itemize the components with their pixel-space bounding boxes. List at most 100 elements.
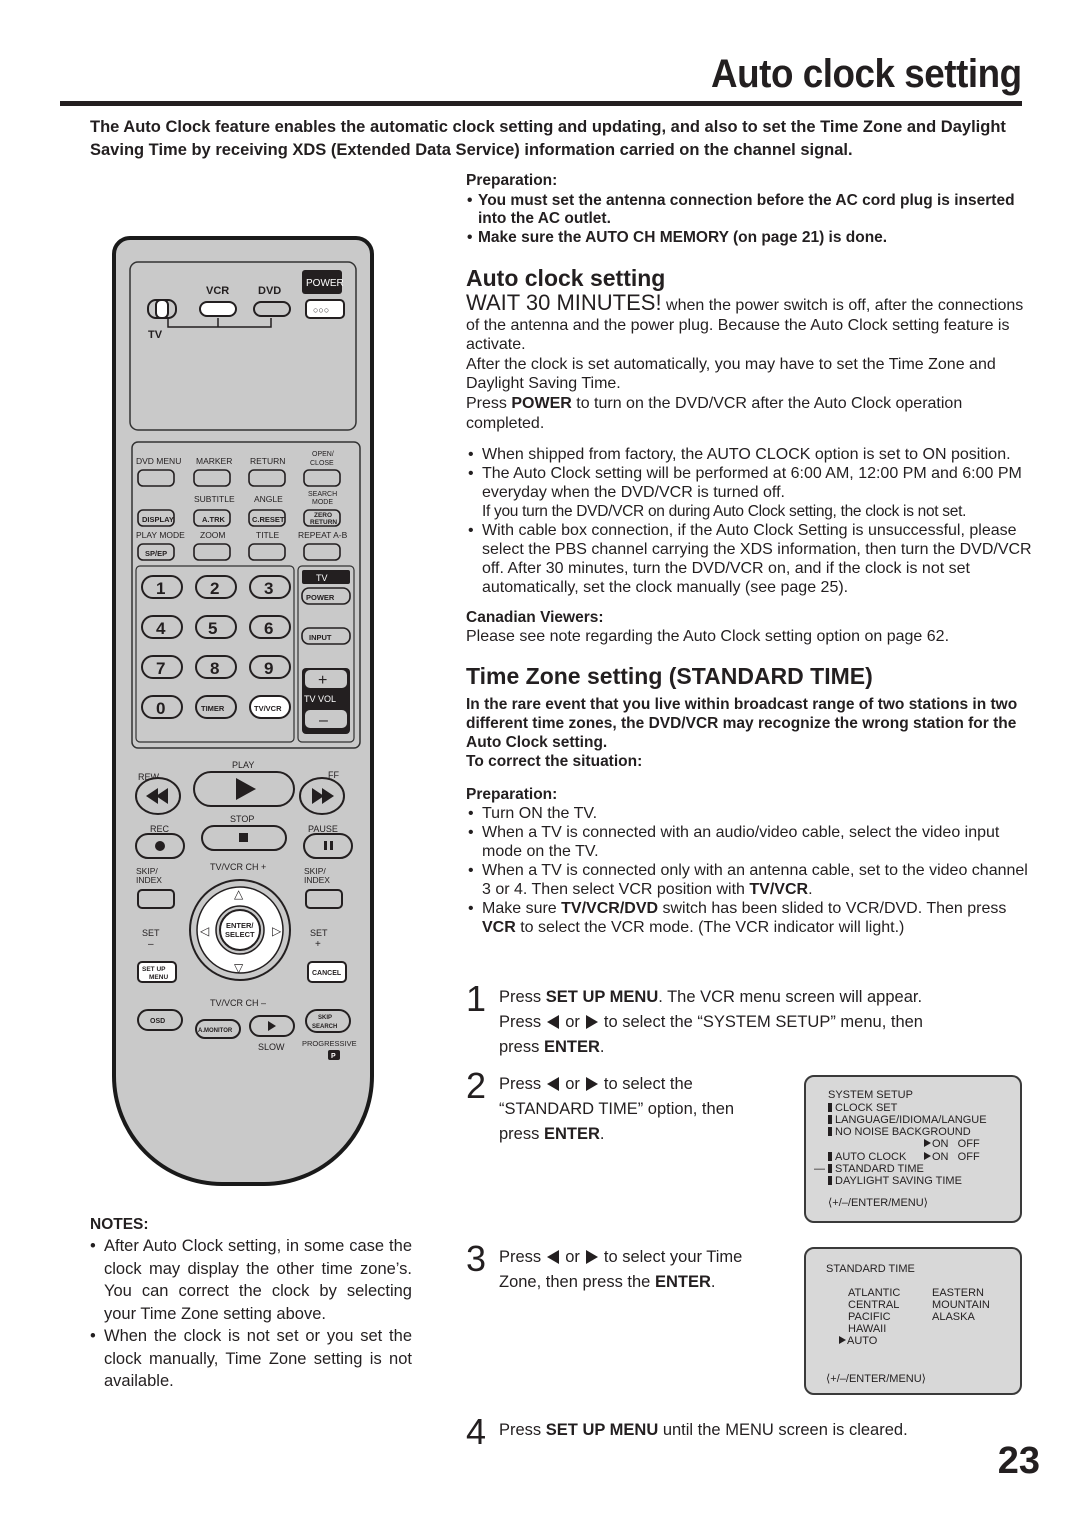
svg-text:INDEX: INDEX [304, 875, 330, 885]
canadian-heading: Canadian Viewers: [466, 609, 604, 627]
svg-text:PLAY: PLAY [232, 760, 254, 770]
svg-text:+: + [318, 672, 327, 689]
notes-heading: NOTES: [90, 1216, 149, 1233]
svg-text:DISPLAY: DISPLAY [142, 515, 174, 524]
step-4: 4 Press SET UP MENU until the MENU scree… [466, 1411, 908, 1452]
svg-text:ANGLE: ANGLE [254, 494, 283, 504]
svg-text:TV/VCR: TV/VCR [254, 704, 282, 713]
bullet-item: When a TV is connected with an audio/vid… [466, 823, 1036, 861]
note-item: When the clock is not set or you set the… [90, 1325, 412, 1393]
press-power-paragraph: Press POWER to turn on the DVD/VCR after… [466, 394, 963, 432]
svg-text:A.MONITOR: A.MONITOR [198, 1028, 233, 1034]
dvd-button [253, 301, 291, 317]
svg-text:PAUSE: PAUSE [308, 824, 338, 834]
remote-control-illustration: VCR DVD POWER ○○○ TV DVD MENU MARKER RET… [112, 236, 374, 1186]
time-zone-prep-list: Turn ON the TV. When a TV is connected w… [466, 804, 1036, 937]
remote-label-power: POWER [306, 278, 344, 289]
vcr-button [199, 301, 237, 317]
svg-text:SLOW: SLOW [258, 1042, 285, 1052]
svg-text:4: 4 [156, 619, 166, 638]
preparation-heading-2: Preparation: [466, 785, 558, 803]
svg-text:TV/VCR CH –: TV/VCR CH – [210, 998, 266, 1008]
right-arrow-icon [585, 1250, 598, 1264]
bullet-item: When a TV is connected only with an ante… [466, 861, 1036, 899]
svg-text:REC: REC [150, 824, 170, 834]
osd-title: STANDARD TIME [826, 1263, 915, 1275]
preparation-heading: Preparation: [466, 172, 558, 189]
step-number: 3 [466, 1238, 487, 1279]
osd-title: SYSTEM SETUP [828, 1089, 913, 1101]
preparation-item: You must set the antenna connection befo… [466, 192, 1036, 228]
preparation-item: Make sure the AUTO CH MEMORY (on page 21… [466, 229, 1036, 247]
step-number: 4 [466, 1411, 487, 1452]
svg-text:SET UP: SET UP [142, 966, 166, 973]
svg-text:SELECT: SELECT [225, 930, 255, 939]
svg-text:8: 8 [210, 659, 219, 678]
right-arrow-icon [585, 1015, 598, 1029]
svg-text:PLAY MODE: PLAY MODE [136, 530, 185, 540]
svg-text:SEARCH: SEARCH [308, 491, 337, 498]
svg-text:STOP: STOP [230, 814, 254, 824]
sub-note: If you turn the DVD/VCR on during Auto C… [482, 503, 967, 521]
cursor-blink-icon: — [814, 1163, 825, 1175]
svg-text:PROGRESSIVE: PROGRESSIVE [302, 1039, 357, 1048]
left-arrow-icon [547, 1015, 560, 1029]
svg-text:–: – [148, 939, 154, 950]
svg-text:TV VOL: TV VOL [304, 694, 336, 704]
svg-text:RETURN: RETURN [310, 519, 337, 526]
bullet-item: Turn ON the TV. [466, 804, 1036, 823]
right-column: Preparation: You must set the antenna co… [466, 170, 1036, 937]
svg-text:–: – [319, 712, 328, 729]
wait-emphasis: WAIT 30 MINUTES! [466, 290, 662, 315]
remote-control-drawing: VCR DVD POWER ○○○ TV DVD MENU MARKER RET… [129, 261, 361, 1060]
svg-text:SET: SET [310, 928, 328, 938]
svg-text:0: 0 [156, 699, 165, 718]
svg-text:1: 1 [156, 579, 165, 598]
time-zone-intro: In the rare event that you live within b… [466, 695, 1018, 751]
svg-text:TV/VCR CH +: TV/VCR CH + [210, 862, 266, 872]
bullet-item: With cable box connection, if the Auto C… [466, 521, 1036, 597]
preparation-list: You must set the antenna connection befo… [466, 192, 1036, 247]
label-marker: MARKER [196, 456, 232, 466]
svg-text:3: 3 [264, 579, 273, 598]
right-arrow-icon [585, 1077, 598, 1091]
svg-text:CLOSE: CLOSE [310, 460, 334, 467]
svg-text:SEARCH: SEARCH [312, 1024, 337, 1030]
svg-text:MENU: MENU [149, 974, 168, 981]
canadian-text: Please see note regarding the Auto Clock… [466, 628, 950, 646]
correct-situation: To correct the situation: [466, 752, 643, 770]
svg-text:9: 9 [264, 659, 273, 678]
remote-label-tv: TV [148, 329, 163, 341]
step-3: 3 Press or to select your Time Zone, then … [466, 1238, 743, 1292]
intro-paragraph: The Auto Clock feature enables the autom… [90, 118, 1006, 159]
svg-text:ZERO: ZERO [314, 512, 332, 519]
bullet-item: When shipped from factory, the AUTO CLOC… [466, 445, 1036, 464]
svg-text:SP/EP: SP/EP [145, 549, 167, 558]
svg-text:○○○: ○○○ [313, 305, 329, 315]
svg-text:SET: SET [142, 928, 160, 938]
svg-text:REPEAT A-B: REPEAT A-B [298, 530, 348, 540]
svg-text:TV: TV [316, 573, 328, 583]
svg-text:POWER: POWER [306, 593, 335, 602]
note-item: After Auto Clock setting, in some case t… [90, 1235, 412, 1325]
svg-text:SUBTITLE: SUBTITLE [194, 494, 235, 504]
label-dvd-menu: DVD MENU [136, 456, 181, 466]
step-1: 1 Press SET UP MENU. The VCR menu screen… [466, 978, 923, 1057]
svg-text:△: △ [234, 887, 244, 901]
osd-system-setup-screen: SYSTEM SETUP CLOCK SET LANGUAGE/IDIOMA/L… [804, 1075, 1022, 1223]
after-paragraph: After the clock is set automatically, yo… [466, 355, 996, 393]
svg-text:INDEX: INDEX [136, 875, 162, 885]
svg-text:SKIP: SKIP [318, 1015, 332, 1021]
left-arrow-icon [547, 1077, 560, 1091]
page-title: Auto clock setting [711, 52, 1022, 96]
remote-label-dvd: DVD [258, 285, 281, 297]
svg-text:2: 2 [210, 579, 219, 598]
notes-section: NOTES: After Auto Clock setting, in some… [90, 1215, 412, 1393]
svg-text:TITLE: TITLE [256, 530, 279, 540]
svg-text:7: 7 [156, 659, 165, 678]
svg-text:INPUT: INPUT [309, 633, 332, 642]
svg-text:5: 5 [208, 619, 217, 638]
svg-text:◁: ◁ [200, 924, 210, 938]
svg-text:OPEN/: OPEN/ [312, 451, 334, 458]
svg-text:6: 6 [264, 619, 273, 638]
